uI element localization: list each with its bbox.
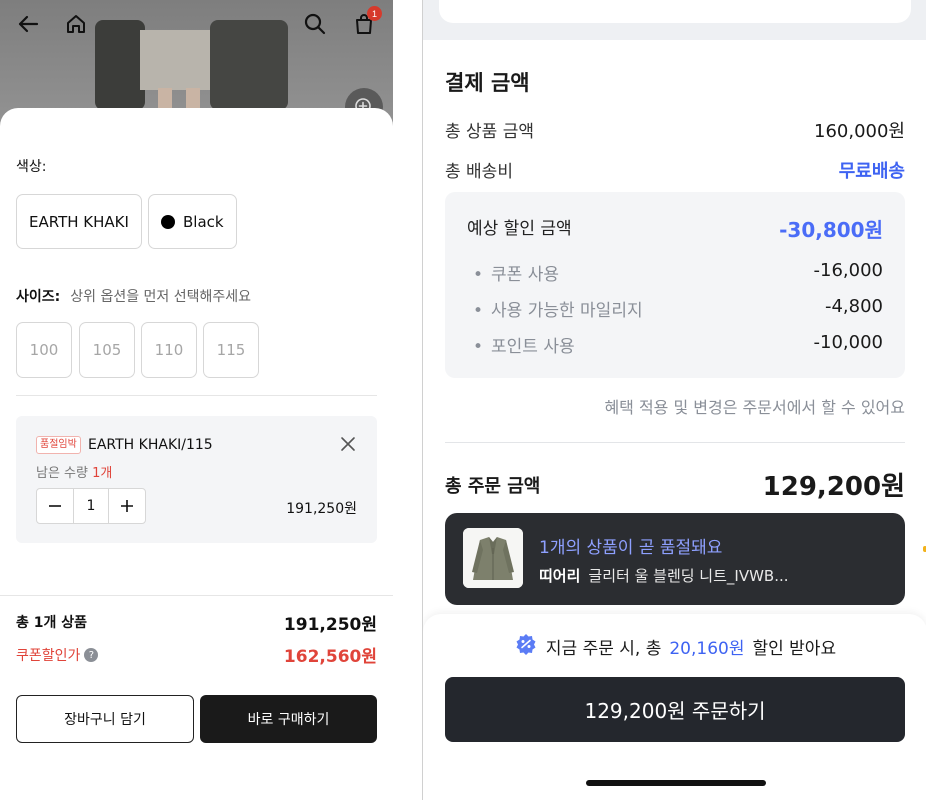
toast-brand: 띠어리 <box>539 567 581 585</box>
product-total-value: 160,000원 <box>814 121 905 142</box>
divider <box>445 442 905 443</box>
top-navigation-bar: 1 <box>0 0 393 48</box>
total-products-label: 총 1개 상품 <box>16 615 88 631</box>
divider <box>0 595 393 596</box>
remaining-prefix: 남은 수량 <box>36 466 88 481</box>
coupon-price-value: 162,560원 <box>283 647 377 667</box>
discount-total: -30,800원 <box>779 218 883 242</box>
sellout-toast[interactable]: 1개의 상품이 곧 품절돼요 띠어리 글리터 울 블렌딩 니트_IVWB... <box>445 513 905 605</box>
home-indicator <box>586 780 766 786</box>
coupon-price-label: 쿠폰할인가 ? <box>16 645 99 665</box>
payment-amount-panel: 결제 금액 총 상품 금액 160,000원 총 배송비 무료배송 예상 할인 … <box>423 40 926 640</box>
order-bottom-bar: 지금 주문 시, 총 20,160원 할인 받아요 129,200원 주문하기 <box>423 614 926 800</box>
size-hint: 상위 옵션을 먼저 선택해주세요 <box>70 289 252 305</box>
total-products-value: 191,250원 <box>283 615 377 635</box>
toast-product: 띠어리 글리터 울 블렌딩 니트_IVWB... <box>539 565 789 586</box>
payment-title: 결제 금액 <box>445 71 530 95</box>
expected-discount-box: 예상 할인 금액 -30,800원 • 쿠폰 사용 -16,000 • 사용 가능한… <box>445 192 905 378</box>
cart-count-badge: 1 <box>367 6 382 21</box>
place-order-button[interactable]: 129,200원 주문하기 <box>445 677 905 742</box>
promo-amount: 20,160원 <box>669 639 745 659</box>
color-option-black[interactable]: Black <box>148 194 237 249</box>
order-total-value: 129,200원 <box>762 472 905 502</box>
discount-title: 예상 할인 금액 <box>467 219 572 239</box>
discount-badge-icon <box>514 632 538 661</box>
size-label: 사이즈: <box>16 289 61 305</box>
size-option-115[interactable]: 115 <box>203 322 259 378</box>
order-total-label: 총 주문 금액 <box>445 476 541 497</box>
selected-item-name: EARTH KHAKI/115 <box>88 437 213 453</box>
size-label-row: 사이즈: 상위 옵션을 먼저 선택해주세요 <box>16 286 251 306</box>
shipping-value: 무료배송 <box>838 161 905 182</box>
discount-value-coupon: -16,000 <box>813 260 883 281</box>
size-option-110[interactable]: 110 <box>141 322 197 378</box>
toast-title: 1개의 상품이 곧 품절돼요 <box>539 538 723 558</box>
discount-item-coupon: • 쿠폰 사용 <box>473 265 559 285</box>
discount-item-points: • 포인트 사용 <box>473 337 575 357</box>
home-icon[interactable] <box>62 10 90 38</box>
option-bottom-sheet: 색상: EARTH KHAKI Black 사이즈: 상위 옵션을 먼저 선택해… <box>0 108 393 800</box>
help-icon[interactable]: ? <box>84 648 99 662</box>
decrease-button[interactable] <box>37 489 73 523</box>
promo-suffix: 할인 받아요 <box>752 639 837 659</box>
color-option-earth-khaki[interactable]: EARTH KHAKI <box>16 194 142 249</box>
remaining-quantity: 남은 수량 1개 <box>36 462 112 481</box>
close-icon[interactable] <box>338 434 358 454</box>
low-stock-badge: 품절임박 <box>36 436 81 454</box>
back-arrow-icon[interactable] <box>14 10 42 38</box>
coupon-label-text: 쿠폰할인가 <box>16 648 81 664</box>
color-label: 색상: <box>16 159 47 175</box>
quantity-value[interactable]: 1 <box>73 489 109 523</box>
increase-button[interactable] <box>109 489 145 523</box>
product-option-screen: 1 색상: EARTH KHAKI Black 사이즈: 상위 옵션을 먼저 선… <box>0 0 393 800</box>
shopping-bag-icon[interactable]: 1 <box>350 6 382 38</box>
size-option-105[interactable]: 105 <box>79 322 135 378</box>
discount-value-points: -10,000 <box>813 332 883 353</box>
divider <box>16 395 377 396</box>
discount-promo: 지금 주문 시, 총 20,160원 할인 받아요 <box>423 632 926 661</box>
selected-item-card: 품절임박 EARTH KHAKI/115 남은 수량 1개 1 191,250원 <box>16 416 377 543</box>
search-icon[interactable] <box>301 10 329 38</box>
promo-prefix: 지금 주문 시, 총 <box>545 639 662 659</box>
buy-now-button[interactable]: 바로 구매하기 <box>200 695 377 743</box>
previous-card <box>439 0 911 23</box>
screenshot-root: 1 색상: EARTH KHAKI Black 사이즈: 상위 옵션을 먼저 선… <box>0 0 926 800</box>
remaining-count: 1개 <box>92 466 113 481</box>
selected-item-price: 191,250원 <box>286 501 357 517</box>
add-to-cart-button[interactable]: 장바구니 담기 <box>16 695 194 743</box>
discount-item-mileage: • 사용 가능한 마일리지 <box>473 301 643 321</box>
discount-value-mileage: -4,800 <box>824 296 883 317</box>
color-option-label: EARTH KHAKI <box>29 212 129 231</box>
shipping-label: 총 배송비 <box>445 162 513 182</box>
product-thumbnail <box>463 528 523 588</box>
order-summary-screen: 결제 금액 총 상품 금액 160,000원 총 배송비 무료배송 예상 할인 … <box>422 0 926 800</box>
benefit-note: 혜택 적용 및 변경은 주문서에서 할 수 있어요 <box>604 398 905 417</box>
black-swatch-icon <box>161 214 175 229</box>
toast-product-name: 글리터 울 블렌딩 니트_IVWB... <box>588 567 789 585</box>
color-option-label: Black <box>183 212 224 231</box>
product-total-label: 총 상품 금액 <box>445 122 535 142</box>
size-option-100[interactable]: 100 <box>16 322 72 378</box>
quantity-stepper: 1 <box>36 488 146 524</box>
